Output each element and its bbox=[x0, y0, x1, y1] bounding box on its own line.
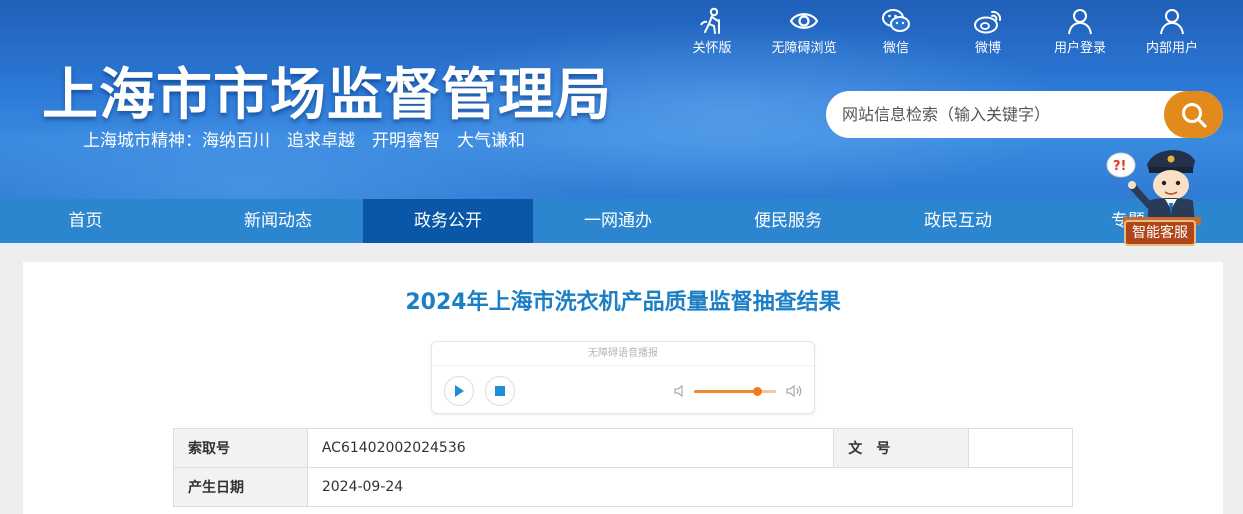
table-row: 索取号 AC61402002024536 文 号 bbox=[173, 428, 1073, 468]
internal-user-link[interactable]: 内部用户 bbox=[1126, 6, 1218, 56]
search-input[interactable] bbox=[842, 105, 1162, 124]
city-slogan: 上海城市精神：海纳百川 追求卓越 开明睿智 大气谦和 bbox=[83, 131, 525, 151]
search-button[interactable] bbox=[1164, 91, 1223, 138]
weibo-link[interactable]: 微博 bbox=[942, 6, 1034, 56]
player-title: 无障碍语音播报 bbox=[432, 342, 814, 366]
eye-icon bbox=[789, 13, 819, 29]
site-header: 上海市市场监督管理局 上海城市精神：海纳百川 追求卓越 开明睿智 大气谦和 关怀… bbox=[0, 0, 1243, 199]
article-panel: 2024年上海市洗衣机产品质量监督抽查结果 无障碍语音播报 索取号 AC6140… bbox=[23, 262, 1223, 514]
weibo-icon bbox=[974, 10, 1002, 34]
volume-fill bbox=[694, 390, 758, 393]
index-number-label: 索取号 bbox=[173, 428, 308, 468]
accessibility-label: 无障碍浏览 bbox=[771, 41, 837, 56]
play-icon bbox=[455, 385, 464, 397]
search-icon bbox=[1181, 102, 1207, 128]
care-version-link[interactable]: 关怀版 bbox=[666, 6, 758, 56]
nav-item-interaction[interactable]: 政民互动 bbox=[873, 199, 1043, 243]
nav-item-public-services[interactable]: 便民服务 bbox=[703, 199, 873, 243]
site-search bbox=[826, 91, 1223, 138]
wechat-link[interactable]: 微信 bbox=[850, 6, 942, 56]
stop-button[interactable] bbox=[485, 376, 515, 406]
main-nav: 首页 新闻动态 政务公开 一网通办 便民服务 政民互动 专题 bbox=[0, 199, 1243, 243]
date-value: 2024-09-24 bbox=[306, 467, 1074, 507]
document-number-value bbox=[968, 428, 1073, 468]
user-icon bbox=[1160, 9, 1184, 35]
user-login-link[interactable]: 用户登录 bbox=[1034, 6, 1126, 56]
nav-item-home[interactable]: 首页 bbox=[0, 199, 193, 243]
wechat-icon bbox=[882, 9, 910, 32]
mascot-bubble-text: ?! bbox=[1113, 159, 1126, 174]
play-button[interactable] bbox=[444, 376, 474, 406]
nav-item-news[interactable]: 新闻动态 bbox=[193, 199, 363, 243]
article-title: 2024年上海市洗衣机产品质量监督抽查结果 bbox=[405, 290, 841, 315]
nav-item-online-services[interactable]: 一网通办 bbox=[533, 199, 703, 243]
care-version-label: 关怀版 bbox=[692, 41, 732, 56]
user-login-label: 用户登录 bbox=[1053, 41, 1106, 56]
nav-item-gov-affairs[interactable]: 政务公开 bbox=[363, 199, 533, 243]
table-row: 产生日期 2024-09-24 bbox=[173, 467, 1074, 507]
volume-slider[interactable] bbox=[694, 387, 776, 396]
stop-icon bbox=[495, 386, 505, 396]
volume-low-icon[interactable] bbox=[674, 384, 686, 398]
internal-user-label: 内部用户 bbox=[1145, 41, 1198, 56]
accessibility-link[interactable]: 无障碍浏览 bbox=[758, 6, 850, 56]
document-number-label: 文 号 bbox=[833, 428, 970, 468]
top-links: 关怀版 无障碍浏览 微信 微博 用户登录 内部用户 bbox=[666, 6, 1218, 56]
site-title[interactable]: 上海市市场监督管理局 bbox=[42, 50, 612, 131]
article-meta-table: 索取号 AC61402002024536 文 号 产生日期 2024-09-24 bbox=[173, 428, 1074, 507]
audio-player: 无障碍语音播报 bbox=[431, 341, 815, 414]
index-number-value: AC61402002024536 bbox=[306, 428, 835, 468]
volume-high-icon[interactable] bbox=[786, 383, 804, 399]
volume-handle[interactable] bbox=[753, 387, 763, 396]
wechat-label: 微信 bbox=[882, 41, 909, 56]
user-icon bbox=[1068, 9, 1092, 35]
smart-service-badge[interactable]: 智能客服 bbox=[1124, 220, 1196, 246]
date-label: 产生日期 bbox=[173, 467, 308, 507]
weibo-label: 微博 bbox=[974, 41, 1001, 56]
elderly-care-icon bbox=[700, 7, 720, 34]
